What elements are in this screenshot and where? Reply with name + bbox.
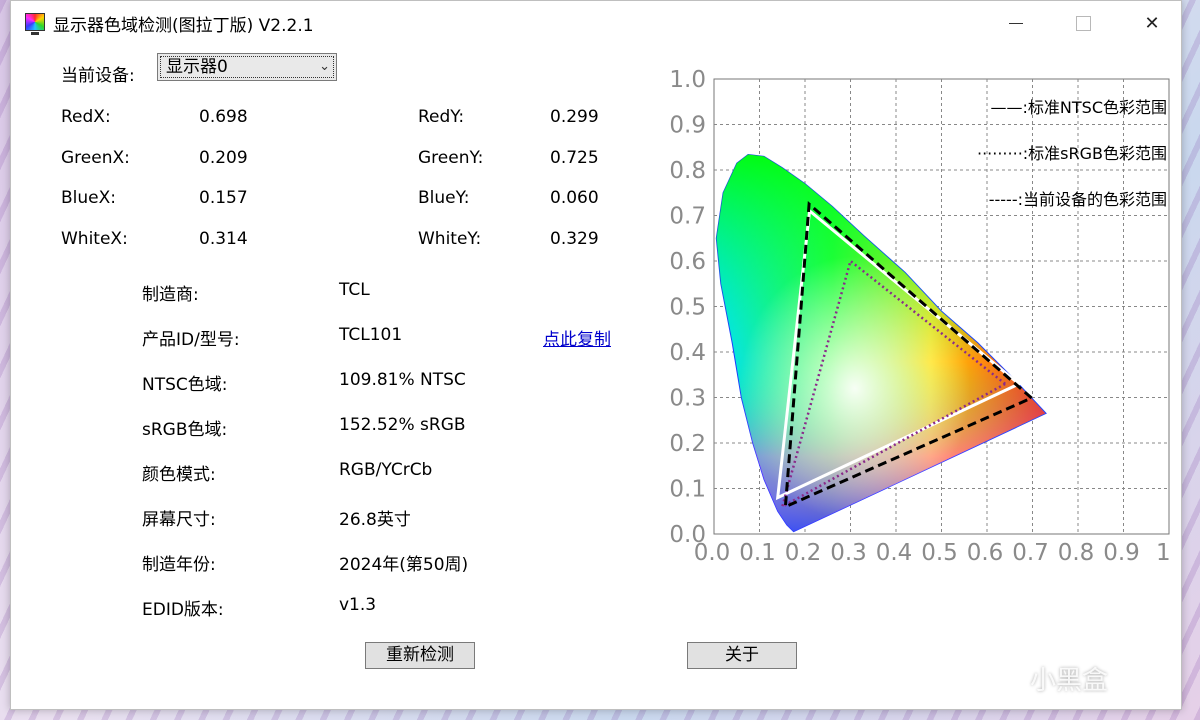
bluey-label: BlueY: (418, 188, 470, 208)
redy-value: 0.299 (550, 107, 599, 127)
whitex-value: 0.314 (199, 229, 248, 249)
whitey-value: 0.329 (550, 229, 599, 249)
screen-size-label: 屏幕尺寸: (142, 510, 216, 530)
window-title: 显示器色域检测(图拉丁版) V2.2.1 (53, 16, 314, 36)
y-tick-label: 0.3 (669, 386, 706, 412)
whitex-label: WhiteX: (61, 229, 128, 249)
color-mode-label: 颜色模式: (142, 465, 216, 485)
x-tick-label: 0.4 (876, 540, 913, 566)
close-icon: ✕ (1144, 12, 1160, 34)
y-tick-label: 1.0 (669, 67, 706, 93)
spectral-locus (715, 153, 1047, 533)
redx-value: 0.698 (199, 107, 248, 127)
manufacture-year-label: 制造年份: (142, 555, 216, 575)
product-id-label: 产品ID/型号: (142, 330, 240, 350)
x-tick-label: 0.7 (1012, 540, 1049, 566)
y-tick-label: 0.4 (669, 340, 706, 366)
chevron-down-icon: ⌄ (319, 59, 330, 74)
screen-size-value: 26.8英寸 (339, 510, 411, 530)
legend-entry: ·········:标准sRGB色彩范围 (977, 144, 1167, 163)
minimize-button[interactable] (993, 7, 1039, 39)
x-tick-label: 0.3 (830, 540, 867, 566)
close-button[interactable]: ✕ (1129, 7, 1175, 39)
edid-version-label: EDID版本: (142, 600, 224, 620)
maximize-button[interactable] (1060, 7, 1106, 39)
srgb-gamut-value: 152.52% sRGB (339, 415, 466, 435)
x-tick-label: 0.1 (739, 540, 776, 566)
monitor-icon (25, 13, 45, 35)
edid-version-value: v1.3 (339, 595, 377, 615)
x-tick-label: 0.6 (967, 540, 1004, 566)
app-window: 显示器色域检测(图拉丁版) V2.2.1 ✕ 当前设备: 显示器0 ⌄ RedX… (10, 0, 1182, 710)
x-tick-label: 0.5 (921, 540, 958, 566)
legend-entry: -----:当前设备的色彩范围 (989, 190, 1167, 209)
about-button[interactable]: 关于 (687, 642, 797, 669)
product-id-value: TCL101 (339, 325, 403, 345)
title-bar[interactable]: 显示器色域检测(图拉丁版) V2.2.1 ✕ (11, 1, 1181, 45)
x-tick-label: 0.9 (1103, 540, 1140, 566)
srgb-gamut-label: sRGB色域: (142, 420, 228, 440)
y-tick-label: 0.2 (669, 431, 706, 457)
greenx-value: 0.209 (199, 148, 248, 168)
x-tick-label: 0.0 (694, 540, 731, 566)
locus-white-point-glow (716, 154, 1047, 532)
redx-label: RedX: (61, 107, 111, 127)
x-tick-label: 0.8 (1058, 540, 1095, 566)
greeny-value: 0.725 (550, 148, 599, 168)
greeny-label: GreenY: (418, 148, 484, 168)
y-tick-label: 0.8 (669, 158, 706, 184)
x-tick-label: 1. (1156, 540, 1171, 566)
whitey-label: WhiteY: (418, 229, 482, 249)
watermark-text: 小黑盒 (1030, 666, 1109, 696)
ntsc-gamut-value: 109.81% NTSC (339, 370, 466, 390)
legend-entry: ——:标准NTSC色彩范围 (991, 98, 1167, 117)
ntsc-gamut-label: NTSC色域: (142, 375, 228, 395)
redy-label: RedY: (418, 107, 465, 127)
minimize-icon (1009, 22, 1023, 24)
y-tick-label: 0.5 (669, 295, 706, 321)
y-tick-label: 0.7 (669, 204, 706, 230)
chart-legend: ——:标准NTSC色彩范围 ·········:标准sRGB色彩范围 -----:当… (977, 98, 1167, 209)
y-tick-label: 0.9 (669, 113, 706, 139)
bluex-value: 0.157 (199, 188, 248, 208)
manufacture-year-value: 2024年(第50周) (339, 555, 469, 575)
cie-chromaticity-chart: 0.00.10.20.30.40.50.60.70.80.91.00.0 0.1 0… (669, 67, 1171, 566)
y-tick-label: 0.1 (669, 477, 706, 503)
device-select[interactable]: 显示器0 ⌄ (157, 53, 337, 81)
manufacturer-label: 制造商: (142, 285, 199, 305)
bluey-value: 0.060 (550, 188, 599, 208)
greenx-label: GreenX: (61, 148, 130, 168)
redetect-button[interactable]: 重新检测 (365, 642, 475, 669)
device-label: 当前设备: (61, 66, 135, 86)
maximize-icon (1075, 15, 1091, 31)
device-select-value: 显示器0 (166, 57, 228, 77)
y-tick-label: 0.6 (669, 249, 706, 275)
manufacturer-value: TCL (339, 280, 370, 300)
color-mode-value: RGB/YCrCb (339, 460, 433, 480)
copy-link[interactable]: 点此复制 (543, 325, 611, 350)
x-tick-label: 0.2 (785, 540, 822, 566)
bluex-label: BlueX: (61, 188, 116, 208)
